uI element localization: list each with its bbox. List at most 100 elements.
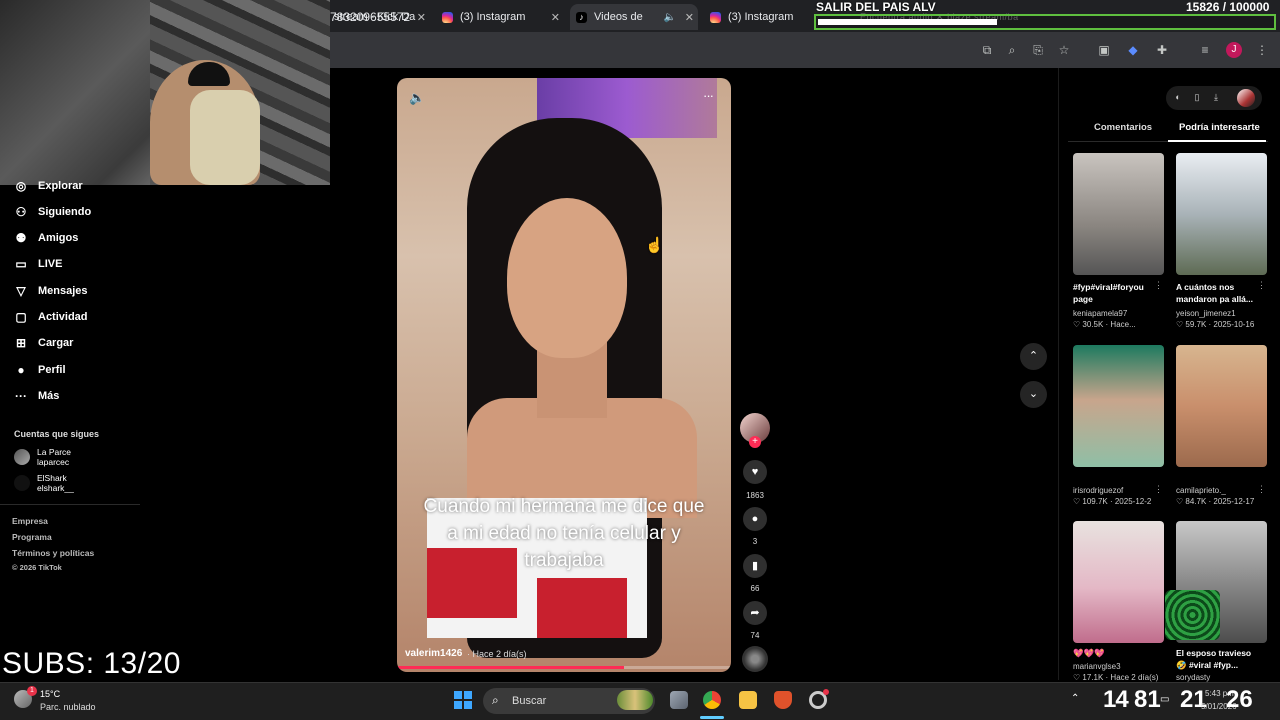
following-account[interactable]: La Parce laparcec [14,447,71,467]
url-field[interactable]: 783209655572 [330,10,410,24]
sidebar-item-cargar[interactable]: ⊞ Cargar [14,333,74,353]
video-progress-bar[interactable] [397,666,731,669]
extensions-puzzle-icon[interactable]: ✚ [1154,42,1170,58]
footer-link[interactable]: Términos y políticas [12,548,94,558]
divider [0,504,140,505]
account-handle: laparcec [37,457,70,467]
friends-icon: ⚉ [15,231,27,245]
suggested-video-thumbnail[interactable] [1073,521,1164,643]
close-icon[interactable]: ✕ [551,11,560,24]
suggested-video-thumbnail[interactable] [1176,345,1267,467]
profile-icon: ● [17,363,25,377]
video-user[interactable]: marianvglse3 [1073,662,1165,671]
video-posted-time: · Hace 2 día(s) [467,649,527,659]
video-user[interactable]: camilaprieto._ [1176,486,1268,495]
task-view-icon[interactable] [670,691,688,709]
tab-tiktok-videos[interactable]: ♪ Videos de 🔈 ✕ [570,4,698,30]
weather-temp: 15°C [40,689,61,699]
sidebar-item-label: Perfil [38,364,66,376]
bookmark-star-icon[interactable]: ☆ [1056,42,1072,58]
file-explorer-icon[interactable] [739,691,757,709]
screenshot-icon[interactable]: ▣ [1096,42,1112,58]
chrome-icon[interactable] [703,691,721,709]
device-icon[interactable]: ▯ [1191,92,1203,103]
menu-kebab-icon[interactable]: ⋮ [1254,42,1270,58]
video-user[interactable]: sorydasty [1176,673,1268,682]
video-title[interactable]: 💖💖💖 [1073,647,1161,659]
mute-tab-icon[interactable]: 🔈 [664,12,676,23]
install-icon[interactable]: ⎘ [1030,42,1046,58]
tab-label: (3) Instagram [460,11,526,23]
search-icon: ⌕ [492,693,499,707]
kebab-icon[interactable]: ⋮ [1154,280,1163,291]
brave-icon[interactable] [774,691,792,709]
sidebar-item-actividad[interactable]: ▢ Actividad [14,307,87,327]
more-icon: ··· [15,389,27,403]
share-icon[interactable]: ➦ [743,601,767,625]
upload-icon: ⊞ [15,336,27,350]
close-icon[interactable]: ✕ [685,11,694,24]
tab-comments[interactable]: Comentarios [1094,122,1152,133]
account-name: ElShark [37,473,67,483]
sidebar-item-label: Más [38,390,60,402]
video-meta: ♡ 109.7K · 2025-12-2 [1073,497,1152,506]
comment-icon[interactable]: ● [743,507,767,531]
hand-cursor-icon: ☝ [645,237,664,254]
translate-icon[interactable]: ⧉ [979,42,995,58]
sidebar-item-siguiendo[interactable]: ⚇ Siguiendo [14,202,92,222]
more-options-icon[interactable]: ··· [703,88,714,103]
zoom-icon[interactable]: ⌕ [1004,42,1020,58]
following-account[interactable]: ElShark elshark__ [14,473,74,493]
sidebar-item-perfil[interactable]: ● Perfil [14,360,66,380]
tab-instagram-2[interactable]: (3) Instagram [704,4,812,30]
follow-plus-icon[interactable]: + [749,436,761,448]
next-video-button[interactable]: ⌄ [1020,381,1047,408]
towel [190,90,260,185]
video-user[interactable]: irisrodriguezof [1073,486,1165,495]
profile-avatar[interactable]: J [1226,42,1242,58]
screen: stream - Kick Da ✕ (3) Instagram ✕ ♪ Vid… [0,0,1280,720]
display-icon[interactable]: ▭ [1160,694,1169,705]
user-avatar[interactable] [1237,89,1255,107]
sidebar-item-amigos[interactable]: ⚉ Amigos [14,228,79,248]
video-meta: ♡ 59.7K · 2025-10-16 [1176,320,1255,329]
close-icon[interactable]: ✕ [417,11,426,24]
sidebar-item-mas[interactable]: ··· Más [14,386,59,406]
kebab-icon[interactable]: ⋮ [1257,280,1266,291]
footer-link[interactable]: Empresa [12,516,48,526]
speed-icon[interactable]: ◐ [1172,92,1184,102]
extension-icon[interactable]: ◆ [1125,42,1141,58]
video-title[interactable]: El esposo travieso 🤣 #viral #fyp... [1176,647,1264,671]
account-name: La Parce [37,447,72,457]
like-heart-icon[interactable]: ♥ [743,460,767,484]
footer-link[interactable]: Programa [12,532,52,542]
video-user[interactable]: yeison_jimenez1 [1176,309,1268,318]
sidebar-item-explorar[interactable]: ◎ Explorar [14,176,83,196]
suggested-video-thumbnail[interactable] [1073,153,1164,275]
windows-start-icon[interactable] [454,691,472,709]
volume-icon[interactable]: 🔈 [409,90,425,106]
download-icon[interactable]: ⤓ [1210,92,1222,103]
sidebar-item-live[interactable]: ▭ LIVE [14,254,62,274]
previous-video-button[interactable]: ⌃ [1020,343,1047,370]
suggested-video-thumbnail[interactable] [1073,345,1164,467]
video-meta: ♡ 17.1K · Hace 2 día(s) [1073,673,1159,682]
music-disc-icon[interactable] [742,646,768,672]
bookmark-icon[interactable]: ▮ [743,554,767,578]
tray-chevron-icon[interactable]: ⌃ [1071,693,1079,704]
subs-counter: SUBS: 13/20 [2,647,181,680]
suggested-video-thumbnail[interactable] [1176,153,1267,275]
sidebar-item-label: Mensajes [38,285,88,297]
active-tab-indicator [1168,140,1266,142]
tab-instagram[interactable]: (3) Instagram ✕ [436,4,564,30]
tab-interesting[interactable]: Podría interesarte [1179,122,1260,133]
video-user[interactable]: keniapamela97 [1073,309,1165,318]
instagram-icon [442,11,453,23]
video-title[interactable]: A cuántos nos mandaron pa allá... [1176,281,1264,305]
sidebar-item-mensajes[interactable]: ▽ Mensajes [14,281,88,301]
video-player[interactable]: 🔈 ··· Cuando mi hermana me dice que a mi… [397,78,731,672]
video-author[interactable]: valerim1426 [405,648,462,659]
video-title[interactable]: #fyp#viral#foryou page [1073,281,1161,305]
weather-desc: Parc. nublado [40,702,96,712]
media-control-icon[interactable]: ≡ [1197,42,1213,58]
